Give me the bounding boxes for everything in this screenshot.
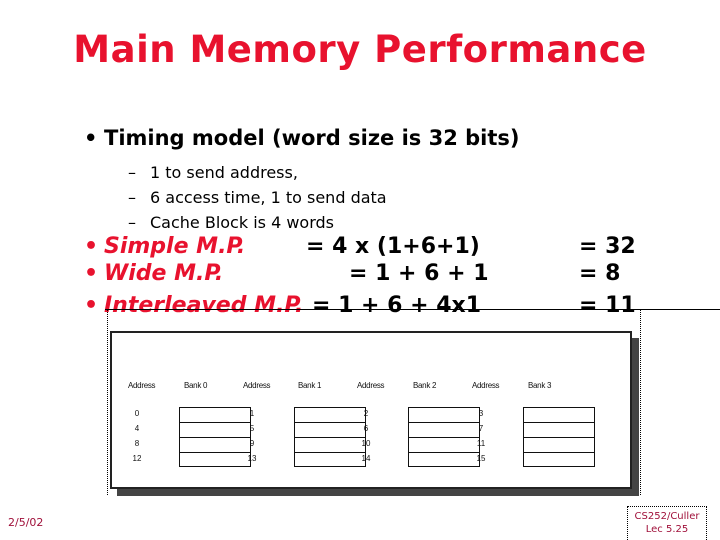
bullet-icon: • [84,293,99,318]
bank-header: Bank 0 [184,381,208,390]
bank-cell [524,438,594,453]
bank-cell [524,408,594,423]
bank-cell [295,408,365,423]
formula-label: Simple M.P. [104,234,246,259]
dash-icon: – [128,188,136,207]
bank-cell [409,438,479,453]
address-value: 6 [363,424,369,433]
footer-lecture: Lec 5.25 [645,524,689,535]
address-header: Address [472,381,500,390]
address-header: Address [128,381,156,390]
bank-header: Bank 1 [298,381,322,390]
formula-label: Wide M.P. [104,261,224,286]
address-value: 2 [363,409,369,418]
bank-cell [409,453,479,468]
sub-bullet: –1 to send address, [128,163,298,182]
address-value: 13 [247,454,257,463]
main-bullet-text: Timing model (word size is 32 bits) [104,126,520,150]
bank-cell [180,408,250,423]
address-header: Address [243,381,271,390]
sub-bullet: –6 access time, 1 to send data [128,188,387,207]
address-value: 14 [361,454,371,463]
formula-result: = 32 [579,234,636,259]
bank-cell [409,423,479,438]
dash-icon: – [128,163,136,182]
bank-cell [180,423,250,438]
memory-bank-3 [523,407,595,467]
memory-bank-0 [179,407,251,467]
address-value: 12 [132,454,142,463]
footer-date: 2/5/02 [8,516,44,529]
address-value: 15 [476,454,486,463]
formula-expr: = 4 x (1+6+1) [306,234,480,259]
dash-icon: – [128,213,136,232]
bank-header: Bank 2 [413,381,437,390]
bank-cell [295,438,365,453]
address-value: 3 [478,409,484,418]
main-bullet: • Timing model (word size is 32 bits) [84,126,520,150]
address-value: 9 [249,439,255,448]
address-value: 7 [478,424,484,433]
bullet-icon: • [84,234,99,259]
slide-title: Main Memory Performance [73,28,647,71]
formula-expr: = 1 + 6 + 1 [349,261,489,286]
footer-course: CS252/Culler [634,511,700,522]
bank-cell [180,453,250,468]
memory-bank-2 [408,407,480,467]
bank-cell [524,453,594,468]
bullet-icon: • [84,261,99,286]
address-value: 0 [134,409,140,418]
bank-cell [180,438,250,453]
bank-cell [524,423,594,438]
bank-header: Bank 3 [528,381,552,390]
address-value: 4 [134,424,140,433]
sub-bullet: – Cache Block is 4 words [128,213,334,232]
address-value: 5 [249,424,255,433]
bullet-icon: • [84,126,98,150]
footer-course-box: CS252/Culler Lec 5.25 [627,506,707,540]
formula-result: = 8 [579,261,621,286]
address-value: 10 [361,439,371,448]
address-header: Address [357,381,385,390]
bank-cell [295,453,365,468]
interleaved-memory-figure: Address Bank 0 0 4 8 12 Address Bank 1 1… [110,331,632,489]
address-value: 11 [476,439,486,448]
bank-cell [295,423,365,438]
address-value: 1 [249,409,255,418]
bank-cell [409,408,479,423]
address-value: 8 [134,439,140,448]
